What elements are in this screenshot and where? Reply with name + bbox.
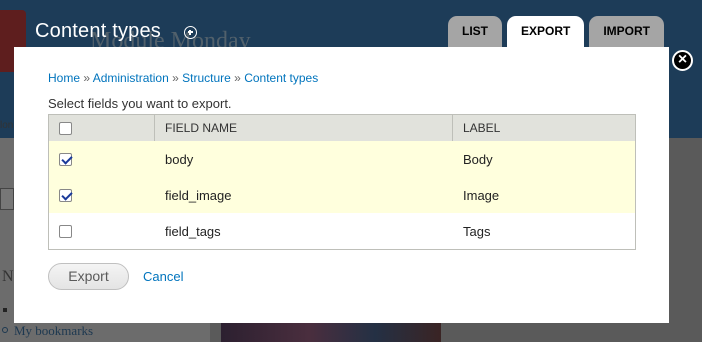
table-row[interactable]: field_image Image: [49, 177, 635, 213]
row-checkbox-cell: [49, 141, 155, 177]
select-all-checkbox[interactable]: [59, 121, 72, 135]
row-checkbox[interactable]: [59, 224, 72, 238]
row-checkbox[interactable]: [59, 152, 72, 166]
overlay-title: Content types: [35, 20, 162, 42]
table-row[interactable]: body Body: [49, 141, 635, 177]
background-input: [0, 188, 14, 210]
table-row[interactable]: field_tags Tags: [49, 213, 635, 249]
table-header: FIELD NAME LABEL: [49, 115, 635, 141]
tab-export[interactable]: EXPORT: [507, 16, 585, 47]
breadcrumb-content-types[interactable]: Content types: [244, 71, 318, 85]
export-dialog: Home » Administration » Structure » Cont…: [14, 47, 669, 323]
breadcrumb-administration[interactable]: Administration: [93, 71, 169, 85]
close-icon[interactable]: ×: [672, 50, 693, 71]
tab-import[interactable]: IMPORT: [589, 16, 665, 47]
breadcrumb-home[interactable]: Home: [48, 71, 80, 85]
background-bookmarks-link: My bookmarks: [14, 323, 94, 338]
select-all-cell: [49, 115, 155, 141]
breadcrumb: Home » Administration » Structure » Cont…: [48, 71, 318, 85]
column-header-field-name[interactable]: FIELD NAME: [155, 115, 453, 141]
export-button[interactable]: Export: [48, 263, 129, 290]
breadcrumb-separator: »: [234, 71, 241, 85]
row-checkbox-cell: [49, 213, 155, 249]
breadcrumb-separator: »: [83, 71, 91, 85]
overlay-tabs: LIST EXPORT IMPORT: [448, 16, 665, 47]
background-bullet: [3, 308, 7, 312]
breadcrumb-separator: »: [172, 71, 179, 85]
background-sidebar-text: lon: [0, 120, 14, 131]
background-sidebar-heading: N: [2, 268, 14, 285]
fields-table: FIELD NAME LABEL body Body field_image I…: [48, 114, 636, 250]
field-name-cell: field_tags: [165, 223, 221, 239]
label-cell: Image: [463, 187, 500, 203]
label-cell: Body: [463, 151, 493, 167]
tab-list[interactable]: LIST: [448, 16, 502, 47]
instruction-text: Select fields you want to export.: [48, 96, 232, 111]
background-bullet: [2, 327, 8, 333]
plus-circle-icon[interactable]: [184, 26, 197, 39]
row-checkbox[interactable]: [59, 188, 72, 202]
cancel-link[interactable]: Cancel: [143, 269, 183, 284]
label-cell: Tags: [463, 223, 491, 239]
column-header-label[interactable]: LABEL: [453, 115, 635, 141]
breadcrumb-structure[interactable]: Structure: [182, 71, 231, 85]
field-name-cell: field_image: [165, 187, 232, 203]
field-name-cell: body: [165, 151, 194, 167]
background-thumbnail: [221, 322, 441, 342]
row-checkbox-cell: [49, 177, 155, 213]
